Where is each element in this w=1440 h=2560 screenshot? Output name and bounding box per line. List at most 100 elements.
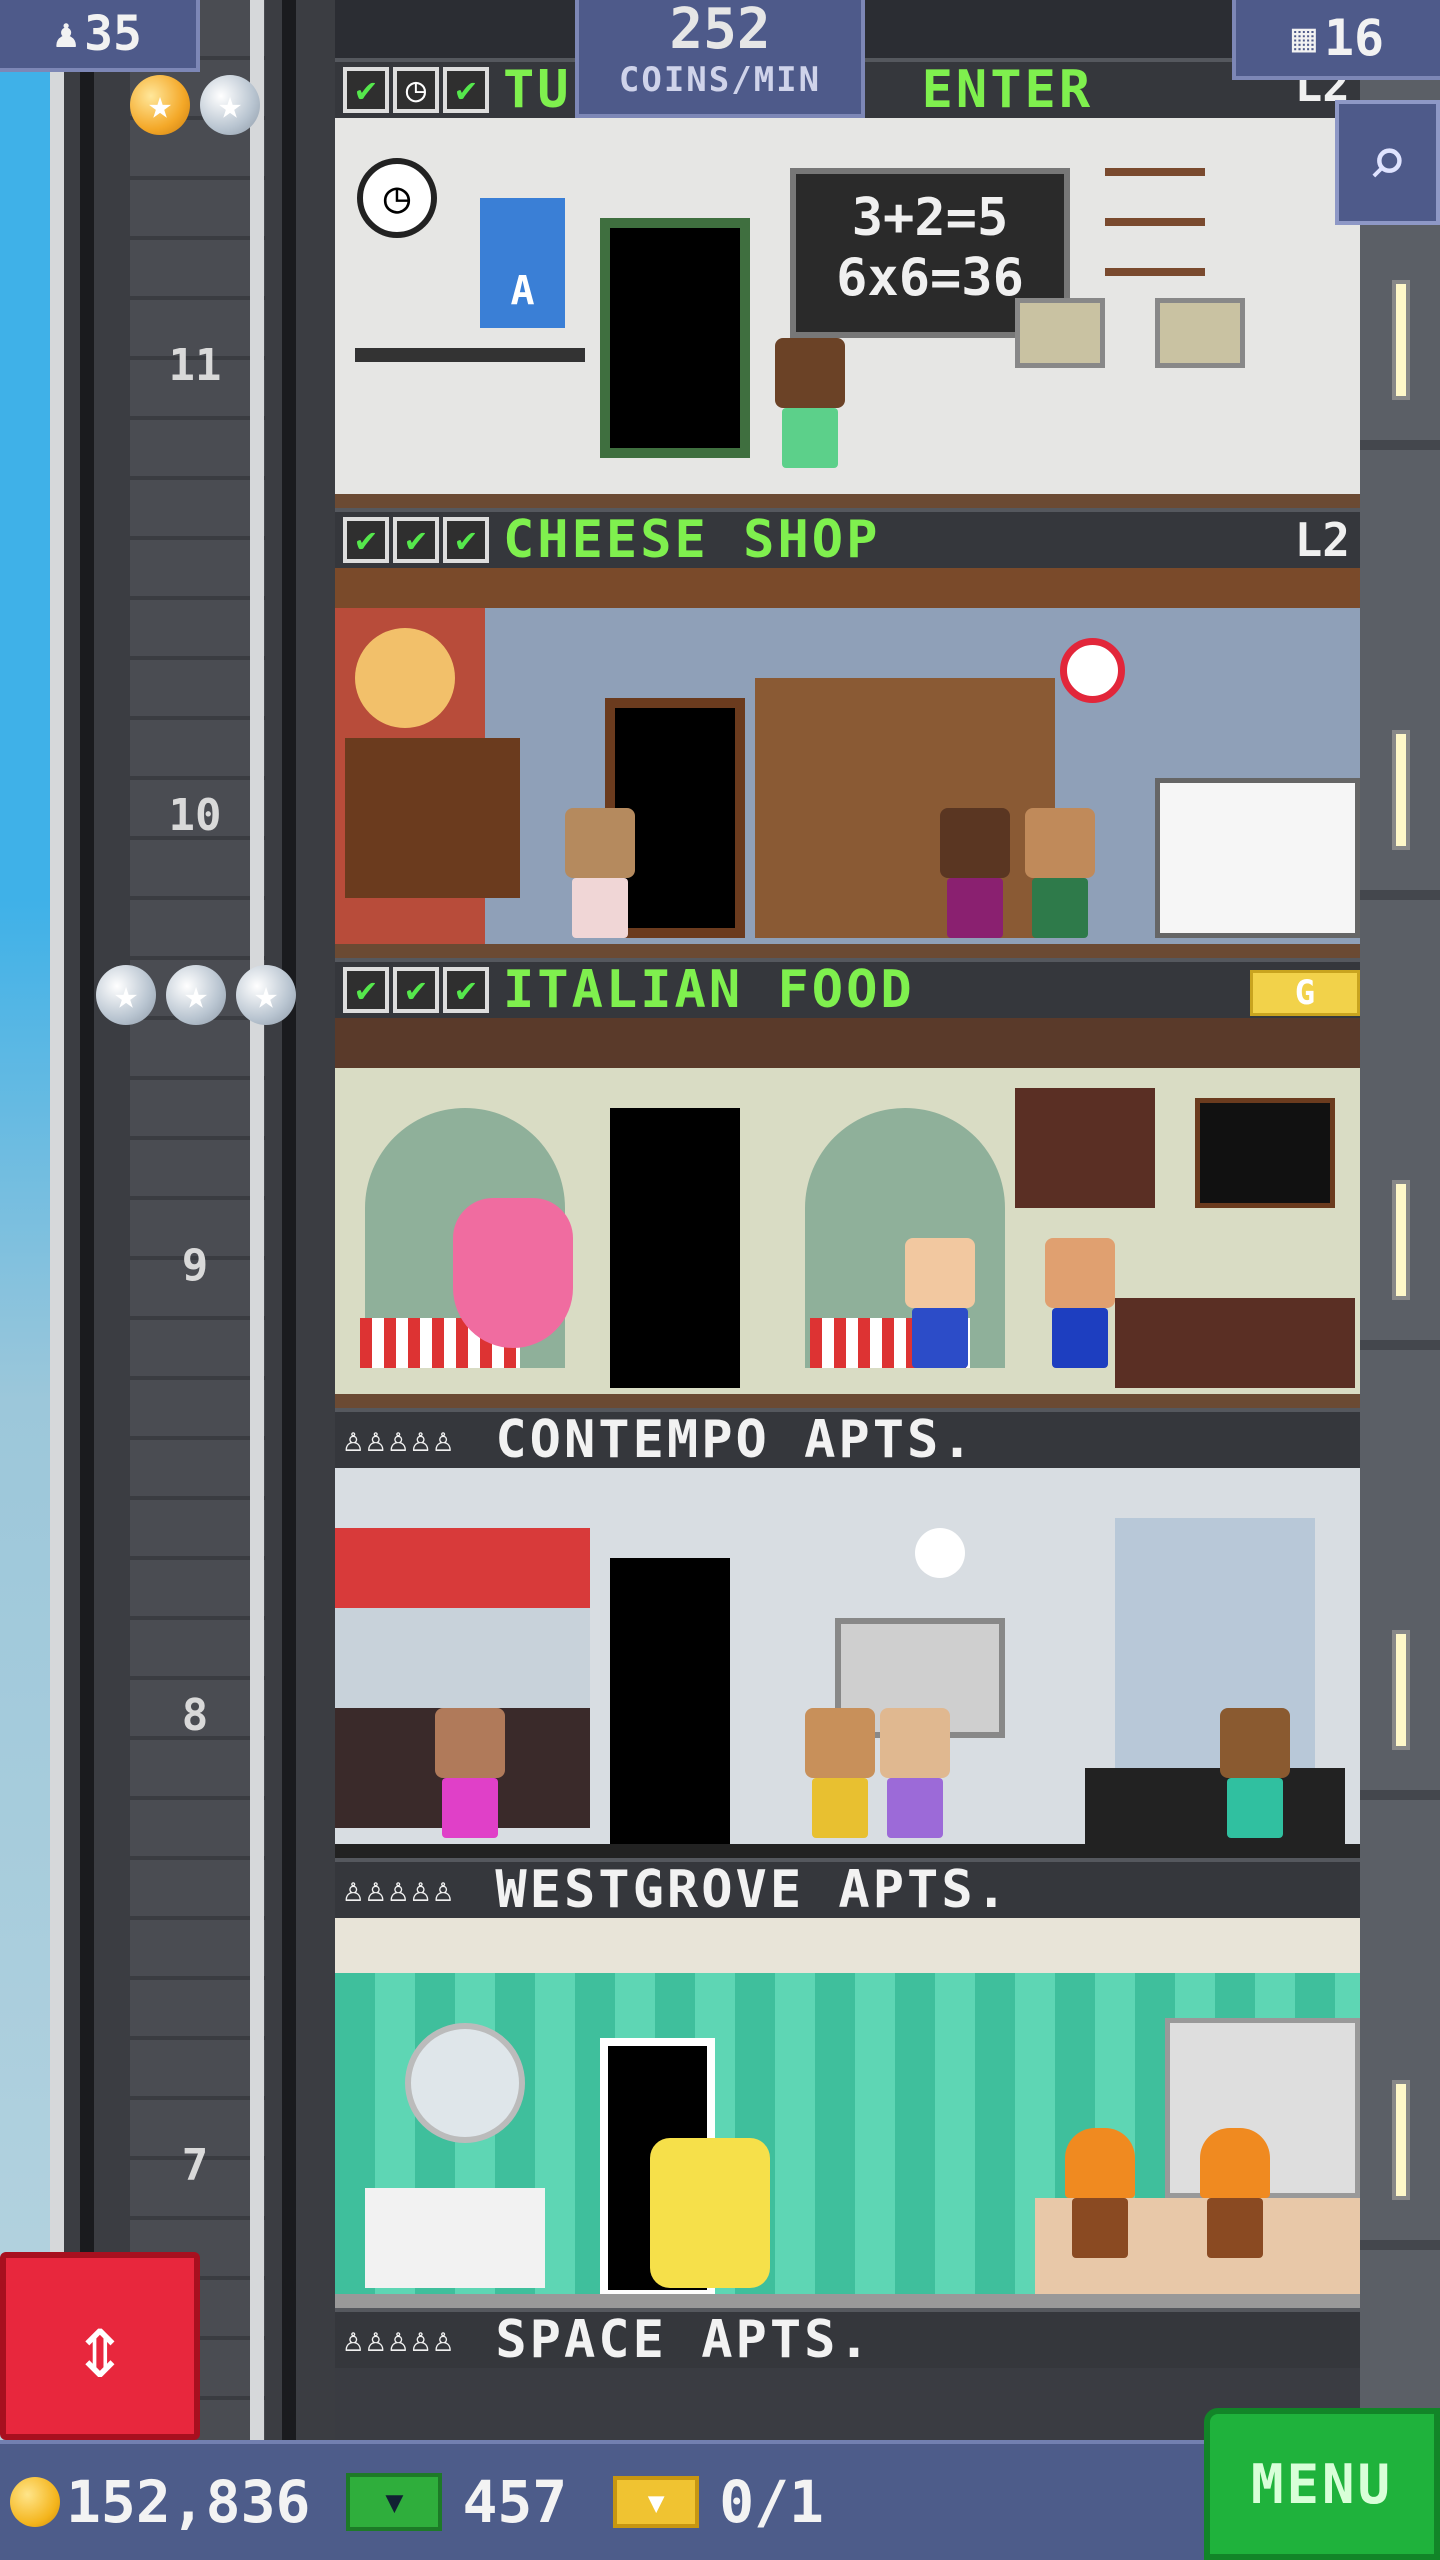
bitizen-character[interactable]: [435, 1708, 505, 1838]
elevator-arrows-icon: ⇕: [72, 2293, 128, 2399]
gold-badge: G: [1250, 970, 1360, 1016]
floor-title-right: ENTER: [921, 60, 1094, 120]
check-icon: ✔: [343, 967, 389, 1013]
bitizen-character[interactable]: [1045, 1238, 1115, 1368]
check-icon: ✔: [443, 67, 489, 113]
check-icon: ✔: [393, 967, 439, 1013]
floor-stars: ★ ★ ★: [96, 965, 296, 1025]
person-icon: ♟: [54, 11, 79, 57]
bed: [1085, 1768, 1345, 1848]
bookshelf: [1105, 168, 1205, 318]
room-interior: [335, 568, 1360, 958]
apple-poster: A: [480, 198, 565, 328]
ceiling-lamp: [915, 1528, 965, 1578]
floor-title: ITALIAN FOOD: [503, 960, 915, 1020]
pikachu-costume-bitizen[interactable]: [650, 2138, 770, 2288]
desk: [355, 348, 585, 362]
bitizen-character[interactable]: [775, 338, 845, 468]
floor-number-10: 10: [168, 790, 222, 841]
bitizen-character[interactable]: [565, 808, 635, 938]
sky-background: [0, 0, 50, 2560]
bread-shelf: [755, 678, 1055, 938]
bitizen-character[interactable]: [1025, 808, 1095, 938]
floor-level: L2: [1294, 513, 1350, 567]
floor-header: ♙♙♙♙♙ CONTEMPO APTS.: [335, 1408, 1360, 1470]
chalkboard-line: 3+2=5: [851, 188, 1009, 248]
bitizen-character[interactable]: [880, 1708, 950, 1838]
floor-base: [335, 944, 1360, 958]
star-icon: ★: [166, 965, 226, 1025]
round-mirror: [405, 2023, 525, 2143]
floor-count-value: 16: [1323, 9, 1385, 67]
ticket-value: 0/1: [719, 2468, 824, 2536]
floor-number-8: 8: [181, 1690, 209, 1741]
floor-number-9: 9: [181, 1240, 209, 1291]
elevator-button[interactable]: ⇕: [0, 2252, 200, 2440]
room-interior: ◷ A 3+2=5 6x6=36: [335, 118, 1360, 508]
counter: [1115, 1298, 1355, 1388]
room-interior: [335, 1018, 1360, 1408]
floor-count[interactable]: ▦ 16: [1232, 0, 1440, 80]
ticket-icon: ▼: [613, 2476, 700, 2528]
coins-per-minute-value: 252: [669, 0, 771, 62]
check-icon: ✔: [393, 517, 439, 563]
search-icon[interactable]: ⌕: [1335, 100, 1440, 225]
bitizen-character[interactable]: [1065, 2128, 1135, 2258]
wine-rack: [1015, 1088, 1155, 1208]
ticket-balance[interactable]: ▼ 0/1: [577, 2468, 824, 2536]
clock-icon: ◷: [393, 67, 439, 113]
room-interior: [335, 1468, 1360, 1858]
floor-tutoring-center[interactable]: ✔ ◷ ✔ TU ENTER L2 1M ◷ A 3+2=5 6x6=36: [335, 58, 1360, 508]
menu-button[interactable]: MENU: [1204, 2408, 1440, 2560]
resident-icons: ♙♙♙♙♙: [343, 1420, 456, 1460]
display-case: [1155, 778, 1360, 938]
stock-status: ✔ ✔ ✔: [343, 967, 489, 1013]
shaft-rail: [80, 0, 94, 2440]
check-icon: ✔: [443, 967, 489, 1013]
floor-base: [335, 494, 1360, 508]
ceiling: [335, 1918, 1360, 1973]
floor-cheese-shop[interactable]: ✔ ✔ ✔ CHEESE SHOP L2: [335, 508, 1360, 958]
cheese-wheel: [355, 628, 455, 728]
resident-icons: ♙♙♙♙♙: [343, 1870, 456, 1910]
bux-balance[interactable]: ▼ 457: [320, 2468, 567, 2536]
floor-door: [610, 1108, 740, 1388]
bux-icon: ▼: [346, 2473, 443, 2531]
wall-light: [1392, 730, 1410, 850]
no-mice-sign: [1060, 638, 1125, 703]
shaft-rail: [50, 0, 64, 2440]
computer: [1155, 298, 1245, 368]
cheese-cabinet: [345, 738, 520, 898]
bitizen-character[interactable]: [905, 1238, 975, 1368]
floor-header: ✔ ✔ ✔ CHEESE SHOP L2: [335, 508, 1360, 570]
stock-status: ✔ ◷ ✔: [343, 67, 489, 113]
vanity: [365, 2188, 545, 2288]
floor-title: WESTGROVE APTS.: [495, 1860, 1010, 1920]
bitizen-character[interactable]: [1200, 2128, 1270, 2258]
check-icon: ✔: [343, 67, 389, 113]
floor-title: CONTEMPO APTS.: [495, 1410, 976, 1470]
poster-letter: A: [510, 268, 535, 314]
resident-icons: ♙♙♙♙♙: [343, 2320, 456, 2360]
bitizen-character[interactable]: [1220, 1708, 1290, 1838]
bitizen-character[interactable]: [940, 808, 1010, 938]
floor-header: ♙♙♙♙♙ WESTGROVE APTS.: [335, 1858, 1360, 1920]
floor-italian-food[interactable]: ✔ ✔ ✔ ITALIAN FOOD G: [335, 958, 1360, 1408]
heart-costume-bitizen[interactable]: [453, 1198, 573, 1348]
floor-header: ✔ ✔ ✔ ITALIAN FOOD G: [335, 958, 1360, 1020]
building-icon: ▦: [1291, 15, 1316, 61]
check-icon: ✔: [443, 517, 489, 563]
coin-value: 152,836: [66, 2468, 311, 2536]
bitizen-character[interactable]: [805, 1708, 875, 1838]
floor-contempo-apts[interactable]: ♙♙♙♙♙ CONTEMPO APTS.: [335, 1408, 1360, 1858]
coin-balance[interactable]: 152,836: [10, 2468, 310, 2536]
floor-westgrove-apts[interactable]: ♙♙♙♙♙ WESTGROVE APTS.: [335, 1858, 1360, 2308]
wall-light: [1392, 1630, 1410, 1750]
population-counter[interactable]: ♟ 35: [0, 0, 200, 72]
floor-header: ♙♙♙♙♙ SPACE APTS.: [335, 2308, 1360, 2370]
shaft-rail: [250, 0, 264, 2440]
grape-vine-border: [335, 1018, 1360, 1068]
star-icon: ★: [236, 965, 296, 1025]
coins-per-minute[interactable]: 252 COINS/MIN: [575, 0, 865, 118]
floor-stars: ★ ★: [130, 75, 260, 135]
